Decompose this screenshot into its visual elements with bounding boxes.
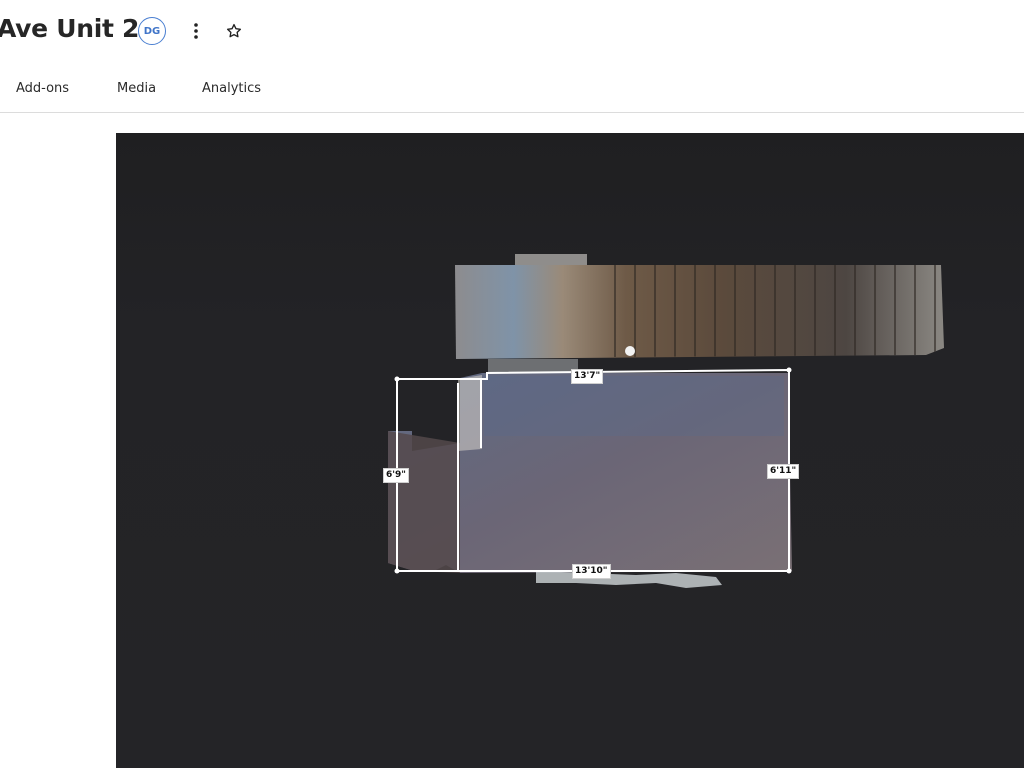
avatar[interactable]: DG <box>138 17 166 45</box>
title-bar: Ave Unit 2 DG <box>0 0 1024 64</box>
dimension-label-top[interactable]: 13'7" <box>571 369 604 384</box>
upper-room-texture <box>455 254 944 373</box>
tab-add-ons[interactable]: Add-ons <box>16 81 69 96</box>
page-title: Ave Unit 2 <box>0 14 140 43</box>
dimension-label-right[interactable]: 6'11" <box>767 464 800 479</box>
tab-bar: Add-ons Media Analytics <box>0 64 1024 113</box>
star-outline-icon <box>226 23 242 38</box>
kebab-vertical-icon <box>194 23 198 39</box>
tab-analytics[interactable]: Analytics <box>202 81 261 96</box>
dimension-label-bottom[interactable]: 13'10" <box>572 564 611 579</box>
tab-media[interactable]: Media <box>117 81 156 96</box>
lower-room-texture <box>388 373 792 588</box>
more-options-button[interactable] <box>183 18 209 44</box>
floorplan-model <box>388 254 944 588</box>
3d-floorplan-viewer[interactable]: 13'7" 13'10" 6'9" 6'11" <box>116 133 1024 768</box>
favorite-button[interactable] <box>221 18 247 44</box>
dimension-label-left[interactable]: 6'9" <box>383 468 409 483</box>
